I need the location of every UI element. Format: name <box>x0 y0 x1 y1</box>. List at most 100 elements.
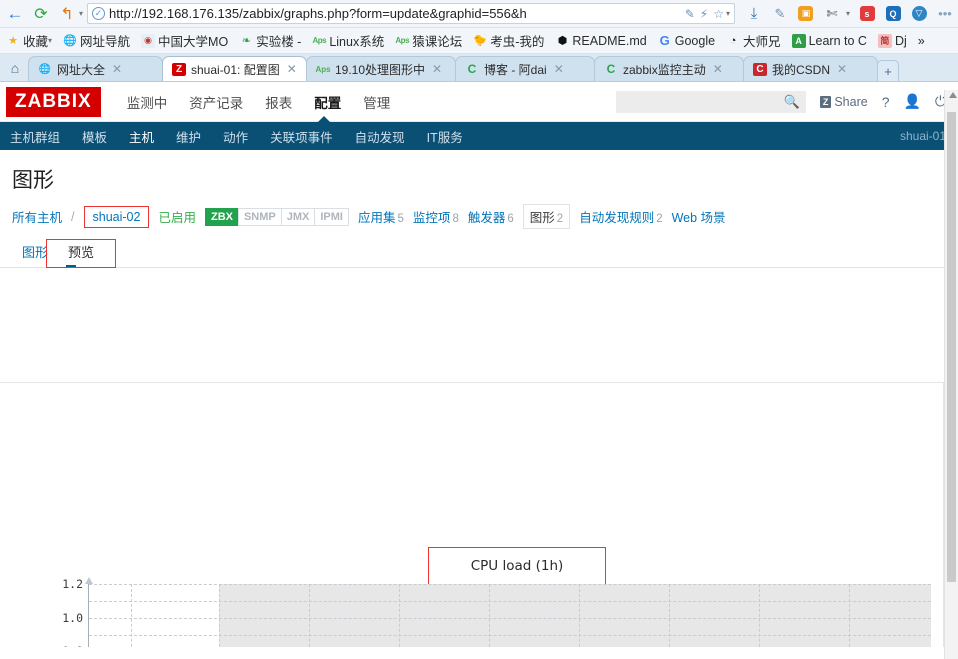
protocol-snmp[interactable]: SNMP <box>237 207 281 226</box>
browser-tab[interactable]: Aps 19.10处理图形中 ✕ <box>306 56 456 81</box>
bookmark-item[interactable]: 🌐 网址导航 <box>63 31 130 50</box>
bookmark-item[interactable]: ❧ 实验楼 - <box>239 31 302 50</box>
new-tab-button[interactable]: + <box>877 60 899 81</box>
zabbix-logo[interactable]: ZABBIX <box>6 86 101 117</box>
bookmark-item[interactable]: 🐤 考虫-我的 <box>473 31 544 50</box>
browser-toolbar: ← ⟳ ↰ ▾ ✓ http://192.168.176.135/zabbix/… <box>0 0 958 28</box>
protocol-ipmi[interactable]: IPMI <box>314 207 349 226</box>
star-icon[interactable]: ☆ <box>713 7 724 21</box>
bookmark-label: Learn to C <box>808 33 867 48</box>
browser-tab[interactable]: C 我的CSDN ✕ <box>743 56 878 81</box>
menu-item-inventory[interactable]: 资产记录 <box>189 82 243 122</box>
forward-history-icon[interactable]: ↰ <box>56 3 78 25</box>
zabbix-icon: Z <box>172 62 186 76</box>
cast-icon[interactable]: ▣ <box>797 5 815 23</box>
link-label: 触发器 <box>467 211 506 225</box>
tab-label: zabbix监控主动 <box>623 62 706 77</box>
aps-icon: Aps <box>395 36 410 45</box>
close-icon[interactable]: ✕ <box>837 62 847 76</box>
subnav-item-hosts[interactable]: 主机 <box>129 121 155 158</box>
scrollbar-thumb[interactable] <box>947 112 956 582</box>
search-box-icon[interactable]: Q <box>884 5 902 23</box>
more-icon[interactable]: ••• <box>936 5 954 23</box>
subnav-item-services[interactable]: IT服务 <box>427 121 463 152</box>
breadcrumb-host[interactable]: shuai-02 <box>83 205 150 228</box>
subnav-item-templates[interactable]: 模板 <box>82 121 107 152</box>
breadcrumb-graphs[interactable]: 图形 2 <box>522 204 571 229</box>
bookmark-item[interactable]: ◉ 中国大学MO <box>141 31 228 50</box>
aps-icon: Aps <box>312 36 327 45</box>
bookmarks-overflow[interactable]: » <box>918 34 925 48</box>
globe-icon: 🌐 <box>63 35 77 47</box>
bookmark-item[interactable]: Aps Linux系统 <box>312 31 385 50</box>
breadcrumb-triggers[interactable]: 触发器 6 <box>468 207 514 226</box>
address-bar[interactable]: ✓ http://192.168.176.135/zabbix/graphs.p… <box>87 3 735 24</box>
pocket-icon[interactable]: ▽ <box>910 5 928 23</box>
breadcrumb-applications[interactable]: 应用集 5 <box>358 207 404 226</box>
home-icon[interactable]: ⌂ <box>2 55 28 81</box>
bookmark-item[interactable]: Aps 猿课论坛 <box>395 31 462 50</box>
bookmark-label: Dj <box>894 33 907 48</box>
shop-icon[interactable]: s <box>858 5 876 23</box>
bookmark-item[interactable]: A Learn to C <box>791 33 867 48</box>
breadcrumb-items[interactable]: 监控项 8 <box>413 207 459 226</box>
subnav-item-host-groups[interactable]: 主机群组 <box>10 121 60 152</box>
close-icon[interactable]: ✕ <box>112 62 122 76</box>
browser-tab[interactable]: C 博客 - 阿dai ✕ <box>455 56 595 81</box>
bookmark-item[interactable]: 简 Dj <box>877 33 907 48</box>
chevron-down-icon[interactable]: ▾ <box>48 36 52 45</box>
back-button[interactable]: ← <box>4 3 26 25</box>
download-icon[interactable]: ⤓ <box>745 5 763 23</box>
chevron-down-icon[interactable]: ▾ <box>726 9 730 18</box>
host-status-badge[interactable]: 已启用 <box>158 207 196 226</box>
scroll-up-arrow-icon[interactable] <box>949 92 957 98</box>
protocol-zbx[interactable]: ZBX <box>204 207 238 226</box>
page-content: 图形 所有主机 / shuai-02 已启用 ZBX SNMP JMX IPMI… <box>0 150 958 647</box>
protocol-jmx[interactable]: JMX <box>280 207 315 226</box>
reload-icon[interactable]: ⟳ <box>30 3 52 25</box>
pen-icon[interactable]: ✎ <box>771 5 789 23</box>
sub-navigation: 主机群组 模板 主机 维护 动作 关联项事件 自动发现 IT服务 shuai-0… <box>0 116 958 158</box>
subnav-item-discovery[interactable]: 自动发现 <box>355 121 405 152</box>
bookmark-label: Linux系统 <box>329 35 385 49</box>
chevron-down-icon[interactable]: ▾ <box>846 9 850 18</box>
bookmark-label: 实验楼 - <box>256 35 302 49</box>
pen-icon[interactable]: ✎ <box>685 7 695 21</box>
breadcrumb-all-hosts[interactable]: 所有主机 <box>12 207 62 226</box>
close-icon[interactable]: ✕ <box>287 62 297 76</box>
vertical-scrollbar[interactable] <box>944 90 958 659</box>
search-box[interactable]: 🔍 <box>615 90 806 113</box>
bookmark-item[interactable]: ⬢ README.md <box>555 34 647 48</box>
bookmark-item[interactable]: G Google <box>658 33 715 48</box>
search-input[interactable] <box>621 93 784 110</box>
menu-item-monitoring[interactable]: 监测中 <box>127 82 168 122</box>
bookmark-label: 中国大学MO <box>158 35 229 49</box>
subnav-item-actions[interactable]: 动作 <box>223 121 248 152</box>
close-icon[interactable]: ✕ <box>713 62 723 76</box>
lightning-icon[interactable]: ⚡ <box>700 7 708 21</box>
menu-item-administration[interactable]: 管理 <box>363 82 390 122</box>
link-label: 应用集 <box>358 211 396 225</box>
close-icon[interactable]: ✕ <box>432 62 442 76</box>
breadcrumb-discovery-rules[interactable]: 自动发现规则 2 <box>579 207 662 226</box>
scissors-icon[interactable]: ✄ <box>823 5 841 23</box>
browser-tab[interactable]: C zabbix监控主动 ✕ <box>594 56 744 81</box>
share-button[interactable]: Z Share <box>819 95 868 109</box>
browser-tab[interactable]: 🌐 网址大全 ✕ <box>28 56 163 81</box>
subnav-item-correlation[interactable]: 关联项事件 <box>270 121 333 152</box>
bookmark-item[interactable]: ◔ 大师兄 <box>726 31 781 50</box>
subnav-item-maintenance[interactable]: 维护 <box>176 121 201 152</box>
close-icon[interactable]: ✕ <box>554 62 564 76</box>
link-label: Web 场景 <box>671 211 726 225</box>
search-icon[interactable]: 🔍 <box>784 94 800 110</box>
chevron-down-icon[interactable]: ▾ <box>79 9 83 18</box>
breadcrumb-web-scenarios[interactable]: Web 场景 <box>672 207 726 226</box>
bookmark-item[interactable]: ★ 收藏 ▾ <box>6 31 52 50</box>
menu-item-reports[interactable]: 报表 <box>265 82 292 122</box>
browser-tab-active[interactable]: Z shuai-01: 配置图 ✕ <box>162 56 307 81</box>
y-axis-arrow-icon <box>85 577 93 584</box>
learn-icon: A <box>791 33 806 48</box>
help-icon[interactable]: ? <box>882 94 890 110</box>
person-icon[interactable]: 👤 <box>903 93 920 110</box>
y-tick-label: 1.0 <box>62 610 83 625</box>
